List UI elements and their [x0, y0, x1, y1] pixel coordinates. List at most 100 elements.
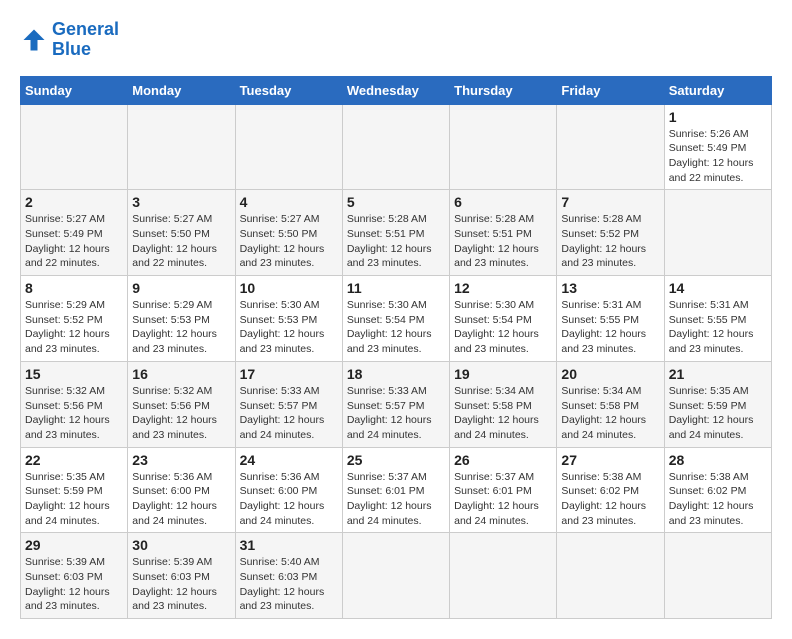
calendar-cell: 12 Sunrise: 5:30 AM Sunset: 5:54 PM Dayli… — [450, 276, 557, 362]
calendar-cell: 21Sunrise: 5:35 AM Sunset: 5:59 PM Dayli… — [664, 361, 771, 447]
column-header-monday: Monday — [128, 76, 235, 104]
calendar-week-6: 29 Sunrise: 5:39 AM Sunset: 6:03 PM Dayli… — [21, 533, 772, 619]
day-number: 23 — [132, 452, 230, 468]
calendar-cell — [664, 190, 771, 276]
calendar-cell: 29 Sunrise: 5:39 AM Sunset: 6:03 PM Dayli… — [21, 533, 128, 619]
calendar-cell: 26 Sunrise: 5:37 AM Sunset: 6:01 PM Dayli… — [450, 447, 557, 533]
calendar-cell: 19 Sunrise: 5:34 AM Sunset: 5:58 PM Dayli… — [450, 361, 557, 447]
column-header-thursday: Thursday — [450, 76, 557, 104]
calendar-cell: 23 Sunrise: 5:36 AM Sunset: 6:00 PM Dayli… — [128, 447, 235, 533]
day-number: 11 — [347, 280, 445, 296]
day-number: 4 — [240, 194, 338, 210]
day-info: Sunrise: 5:33 AM Sunset: 5:57 PM Dayligh… — [347, 384, 445, 443]
day-number: 30 — [132, 537, 230, 553]
day-number: 31 — [240, 537, 338, 553]
day-number: 10 — [240, 280, 338, 296]
day-info: Sunrise: 5:31 AM Sunset: 5:55 PM Dayligh… — [669, 298, 767, 357]
day-info: Sunrise: 5:29 AM Sunset: 5:53 PM Dayligh… — [132, 298, 230, 357]
calendar-cell: 7Sunrise: 5:28 AM Sunset: 5:52 PM Daylig… — [557, 190, 664, 276]
day-info: Sunrise: 5:38 AM Sunset: 6:02 PM Dayligh… — [669, 470, 767, 529]
day-info: Sunrise: 5:39 AM Sunset: 6:03 PM Dayligh… — [132, 555, 230, 614]
day-info: Sunrise: 5:30 AM Sunset: 5:54 PM Dayligh… — [454, 298, 552, 357]
calendar-cell: 1Sunrise: 5:26 AM Sunset: 5:49 PM Daylig… — [664, 104, 771, 190]
column-header-wednesday: Wednesday — [342, 76, 449, 104]
day-number: 12 — [454, 280, 552, 296]
calendar-cell: 30 Sunrise: 5:39 AM Sunset: 6:03 PM Dayli… — [128, 533, 235, 619]
day-number: 16 — [132, 366, 230, 382]
day-number: 26 — [454, 452, 552, 468]
calendar-cell: 14 Sunrise: 5:31 AM Sunset: 5:55 PM Dayli… — [664, 276, 771, 362]
day-info: Sunrise: 5:30 AM Sunset: 5:53 PM Dayligh… — [240, 298, 338, 357]
calendar-cell: 16 Sunrise: 5:32 AM Sunset: 5:56 PM Dayli… — [128, 361, 235, 447]
day-info: Sunrise: 5:35 AM Sunset: 5:59 PM Dayligh… — [669, 384, 767, 443]
calendar-cell — [342, 104, 449, 190]
calendar-cell: 10 Sunrise: 5:30 AM Sunset: 5:53 PM Dayli… — [235, 276, 342, 362]
calendar-cell — [128, 104, 235, 190]
day-info: Sunrise: 5:37 AM Sunset: 6:01 PM Dayligh… — [347, 470, 445, 529]
column-header-friday: Friday — [557, 76, 664, 104]
day-info: Sunrise: 5:27 AM Sunset: 5:49 PM Dayligh… — [25, 212, 123, 271]
day-number: 17 — [240, 366, 338, 382]
calendar-cell: 2Sunrise: 5:27 AM Sunset: 5:49 PM Daylig… — [21, 190, 128, 276]
calendar-cell: 18 Sunrise: 5:33 AM Sunset: 5:57 PM Dayli… — [342, 361, 449, 447]
calendar-cell — [450, 533, 557, 619]
day-number: 27 — [561, 452, 659, 468]
calendar-week-1: 1Sunrise: 5:26 AM Sunset: 5:49 PM Daylig… — [21, 104, 772, 190]
logo-icon — [20, 26, 48, 54]
calendar-week-4: 15 Sunrise: 5:32 AM Sunset: 5:56 PM Dayli… — [21, 361, 772, 447]
calendar-week-2: 2Sunrise: 5:27 AM Sunset: 5:49 PM Daylig… — [21, 190, 772, 276]
day-number: 13 — [561, 280, 659, 296]
calendar-cell: 28 Sunrise: 5:38 AM Sunset: 6:02 PM Dayli… — [664, 447, 771, 533]
day-info: Sunrise: 5:40 AM Sunset: 6:03 PM Dayligh… — [240, 555, 338, 614]
calendar-cell: 24 Sunrise: 5:36 AM Sunset: 6:00 PM Dayli… — [235, 447, 342, 533]
calendar-cell: 31 Sunrise: 5:40 AM Sunset: 6:03 PM Dayli… — [235, 533, 342, 619]
day-info: Sunrise: 5:39 AM Sunset: 6:03 PM Dayligh… — [25, 555, 123, 614]
day-info: Sunrise: 5:34 AM Sunset: 5:58 PM Dayligh… — [454, 384, 552, 443]
day-info: Sunrise: 5:37 AM Sunset: 6:01 PM Dayligh… — [454, 470, 552, 529]
day-info: Sunrise: 5:32 AM Sunset: 5:56 PM Dayligh… — [132, 384, 230, 443]
calendar-cell — [21, 104, 128, 190]
day-number: 6 — [454, 194, 552, 210]
calendar-cell: 11 Sunrise: 5:30 AM Sunset: 5:54 PM Dayli… — [342, 276, 449, 362]
calendar-cell: 3 Sunrise: 5:27 AM Sunset: 5:50 PM Daylig… — [128, 190, 235, 276]
logo: General Blue — [20, 20, 119, 60]
calendar-cell: 25 Sunrise: 5:37 AM Sunset: 6:01 PM Dayli… — [342, 447, 449, 533]
day-info: Sunrise: 5:31 AM Sunset: 5:55 PM Dayligh… — [561, 298, 659, 357]
day-info: Sunrise: 5:29 AM Sunset: 5:52 PM Dayligh… — [25, 298, 123, 357]
day-number: 18 — [347, 366, 445, 382]
day-info: Sunrise: 5:28 AM Sunset: 5:52 PM Dayligh… — [561, 212, 659, 271]
day-info: Sunrise: 5:36 AM Sunset: 6:00 PM Dayligh… — [132, 470, 230, 529]
header-row: SundayMondayTuesdayWednesdayThursdayFrid… — [21, 76, 772, 104]
day-number: 15 — [25, 366, 123, 382]
day-info: Sunrise: 5:33 AM Sunset: 5:57 PM Dayligh… — [240, 384, 338, 443]
day-info: Sunrise: 5:27 AM Sunset: 5:50 PM Dayligh… — [132, 212, 230, 271]
logo-text: General Blue — [52, 20, 119, 60]
calendar-cell: 8Sunrise: 5:29 AM Sunset: 5:52 PM Daylig… — [21, 276, 128, 362]
day-number: 9 — [132, 280, 230, 296]
calendar-cell: 4 Sunrise: 5:27 AM Sunset: 5:50 PM Daylig… — [235, 190, 342, 276]
day-number: 3 — [132, 194, 230, 210]
day-number: 29 — [25, 537, 123, 553]
day-info: Sunrise: 5:36 AM Sunset: 6:00 PM Dayligh… — [240, 470, 338, 529]
day-number: 20 — [561, 366, 659, 382]
day-info: Sunrise: 5:28 AM Sunset: 5:51 PM Dayligh… — [454, 212, 552, 271]
day-info: Sunrise: 5:27 AM Sunset: 5:50 PM Dayligh… — [240, 212, 338, 271]
day-number: 25 — [347, 452, 445, 468]
column-header-tuesday: Tuesday — [235, 76, 342, 104]
day-info: Sunrise: 5:26 AM Sunset: 5:49 PM Dayligh… — [669, 127, 767, 186]
day-number: 14 — [669, 280, 767, 296]
page-header: General Blue — [20, 20, 772, 60]
calendar-cell: 15 Sunrise: 5:32 AM Sunset: 5:56 PM Dayli… — [21, 361, 128, 447]
calendar-cell: 27Sunrise: 5:38 AM Sunset: 6:02 PM Dayli… — [557, 447, 664, 533]
day-number: 28 — [669, 452, 767, 468]
day-info: Sunrise: 5:32 AM Sunset: 5:56 PM Dayligh… — [25, 384, 123, 443]
day-info: Sunrise: 5:28 AM Sunset: 5:51 PM Dayligh… — [347, 212, 445, 271]
day-number: 24 — [240, 452, 338, 468]
day-number: 19 — [454, 366, 552, 382]
day-info: Sunrise: 5:30 AM Sunset: 5:54 PM Dayligh… — [347, 298, 445, 357]
column-header-sunday: Sunday — [21, 76, 128, 104]
calendar-cell — [450, 104, 557, 190]
calendar-table: SundayMondayTuesdayWednesdayThursdayFrid… — [20, 76, 772, 620]
column-header-saturday: Saturday — [664, 76, 771, 104]
calendar-cell: 5Sunrise: 5:28 AM Sunset: 5:51 PM Daylig… — [342, 190, 449, 276]
